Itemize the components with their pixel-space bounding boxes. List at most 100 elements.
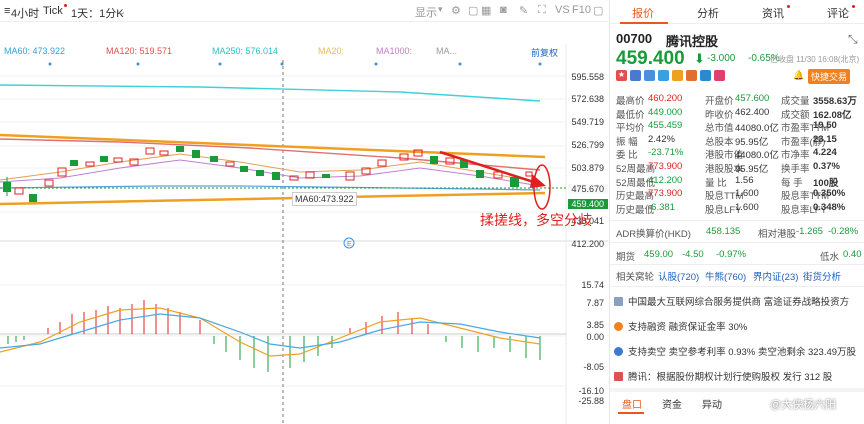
tab-analysis[interactable]: 分析 [697, 5, 719, 21]
adr-relative-pct: -0.28% [828, 226, 859, 237]
quote-field-value: -6.381 [648, 201, 675, 213]
futures-pct: -0.97% [716, 249, 747, 260]
period-4h[interactable]: 4小时 [11, 5, 39, 21]
kline-chart[interactable]: MA60: 473.922 MA120: 519.571 MA250: 576.… [0, 22, 608, 424]
last-price: 459.400 [616, 48, 685, 69]
link-street-analysis[interactable]: 街货分析 [803, 269, 841, 283]
quote-field-value: 4.224 [813, 147, 837, 159]
building-icon [614, 297, 623, 306]
related-warrants-label: 相关窝轮 [616, 272, 655, 283]
y-tick: 412.200 [571, 239, 604, 249]
tab-quote[interactable]: 报价 [632, 5, 654, 21]
camera-icon[interactable]: ◙ [500, 4, 507, 16]
price-tag: 459.400 [568, 199, 608, 209]
badge-icon[interactable] [644, 70, 655, 81]
quote-field-label: 总市值 [705, 123, 734, 135]
lower-trend-line [0, 191, 546, 206]
short-info: 支持卖空 卖空参考利率 0.93% 卖空池剩余 323.49万股 [628, 347, 857, 358]
chevron-down-icon[interactable]: ⌄ [117, 5, 126, 18]
futures-label: 期货 [616, 252, 636, 263]
quote-field-label: 最低价 [616, 109, 645, 121]
link-cbbc[interactable]: 牛熊(760) [705, 269, 746, 283]
quote-field-label: 量 比 [705, 177, 727, 189]
discount-value: 0.40 [843, 249, 862, 260]
period-1day-1min[interactable]: 1天：1分K [71, 5, 124, 21]
adr-relative-change: -1.265 [796, 226, 823, 237]
quote-field-label: 成交量 [781, 96, 810, 107]
tab-comments[interactable]: 评论 [827, 5, 849, 21]
compare-vs[interactable]: VS [555, 4, 570, 16]
period-tick[interactable]: Tick [43, 5, 63, 17]
link-call-warrants[interactable]: 认股(720) [658, 269, 699, 283]
tab-news[interactable]: 资讯 [762, 5, 784, 21]
tab-orderbook[interactable]: 盘口 [622, 396, 642, 411]
macd-tick: 7.87 [586, 298, 604, 308]
f10-button[interactable]: F10 [572, 4, 591, 16]
indicator-icon[interactable]: ▢ [468, 4, 478, 17]
quote-field-value: 460.200 [648, 93, 683, 104]
quote-field-label: 成交额 [781, 109, 810, 121]
quote-field-value: 0.37% [813, 161, 840, 172]
announcement-text: 腾讯：根据股份期权计划行使购股权 发行 312 股 [628, 372, 833, 383]
badge-icon[interactable] [700, 70, 711, 81]
draw-icon[interactable]: ✎ [519, 4, 528, 17]
quote-field-label: 总股本 [705, 136, 734, 148]
quote-panel: 报价 分析 资讯 评论 00700 腾讯控股 ⤡ 459.400 ⬇ -3.00… [609, 0, 864, 424]
heart-icon[interactable] [714, 70, 725, 81]
quote-field-value: 455.459 [648, 120, 683, 132]
news-badge [787, 5, 790, 8]
company-description: 中国最大互联网综合服务提供商 富途证券战略投资方 [628, 297, 850, 308]
collapse-icon[interactable]: ⤡ [848, 32, 858, 47]
badge-icon[interactable]: ★ [616, 70, 627, 81]
announcement-icon [614, 372, 623, 381]
futures-value: 459.00 [644, 249, 674, 260]
quick-trade-button[interactable]: 快捷交易 [808, 69, 851, 84]
y-tick: 572.638 [571, 94, 604, 104]
tab-anomaly[interactable]: 异动 [702, 396, 722, 411]
collapse-icon[interactable]: ▢ [593, 4, 603, 17]
menu-icon[interactable]: ≡ [4, 5, 10, 17]
quote-field-value: 462.400 [735, 106, 770, 118]
tab-capital[interactable]: 资金 [662, 396, 682, 411]
watermark: @大侠杨六阳 [770, 399, 837, 411]
quote-field-value: 44080.0亿 [735, 150, 779, 162]
quote-field-value: 162.08亿 [813, 109, 852, 121]
link-inline-warrants[interactable]: 界内证(23) [753, 269, 798, 283]
quote-field-value: 1.600 [735, 201, 759, 213]
chevron-down-icon[interactable]: ▾ [438, 4, 443, 15]
display-menu[interactable]: 显示 [415, 4, 437, 20]
quote-field-label: 平均价 [616, 123, 645, 135]
y-tick-current: 475.670 [568, 184, 608, 194]
quote-field-value: 2.42% [648, 133, 675, 145]
macd-tick: 0.00 [586, 332, 604, 342]
margin-icon [614, 322, 623, 331]
badge-icon[interactable] [686, 70, 697, 81]
quote-field-label: 昨收价 [705, 109, 734, 121]
adr-relative-label: 相对港股 [758, 229, 797, 240]
info-row-short[interactable]: 支持卖空 卖空参考利率 0.93% 卖空池剩余 323.49万股 [614, 344, 856, 358]
market-status: 已收盘 11/30 16:08(北京) [770, 55, 860, 64]
y-tick: 526.799 [571, 140, 604, 150]
macd-tick: 3.85 [586, 320, 604, 330]
adr-label: ADR换算价(HKD) [616, 229, 691, 240]
quote-tabs: 报价 分析 资讯 评论 [610, 0, 864, 24]
macd-tick: 15.74 [581, 280, 604, 290]
badge-icon[interactable] [658, 70, 669, 81]
badge-icon[interactable] [630, 70, 641, 81]
macd-tick: -25.88 [578, 396, 604, 406]
bell-icon[interactable]: 🔔 [793, 70, 804, 81]
info-row-announcement[interactable]: 腾讯：根据股份期权计划行使购股权 发行 312 股 [614, 369, 832, 383]
settings-icon[interactable]: ⚙ [451, 4, 461, 17]
bottom-tab-indicator [618, 412, 644, 414]
quote-field-value: 95.95亿 [735, 136, 769, 148]
quote-field-value: 457.600 [735, 93, 770, 104]
quote-field-value: -23.71% [648, 147, 684, 159]
badge-icon[interactable] [672, 70, 683, 81]
quote-field-value: 44080.0亿 [735, 123, 779, 135]
grid-icon[interactable]: ▦ [481, 4, 491, 17]
info-row-company[interactable]: 中国最大互联网综合服务提供商 富途证券战略投资方 [614, 294, 849, 308]
quote-field-value: 1.600 [735, 188, 759, 200]
fullscreen-icon[interactable]: ⛶ [538, 4, 546, 17]
info-row-margin[interactable]: 支持融资 融资保证金率 30% [614, 319, 747, 333]
margin-info: 支持融资 融资保证金率 30% [628, 322, 748, 333]
